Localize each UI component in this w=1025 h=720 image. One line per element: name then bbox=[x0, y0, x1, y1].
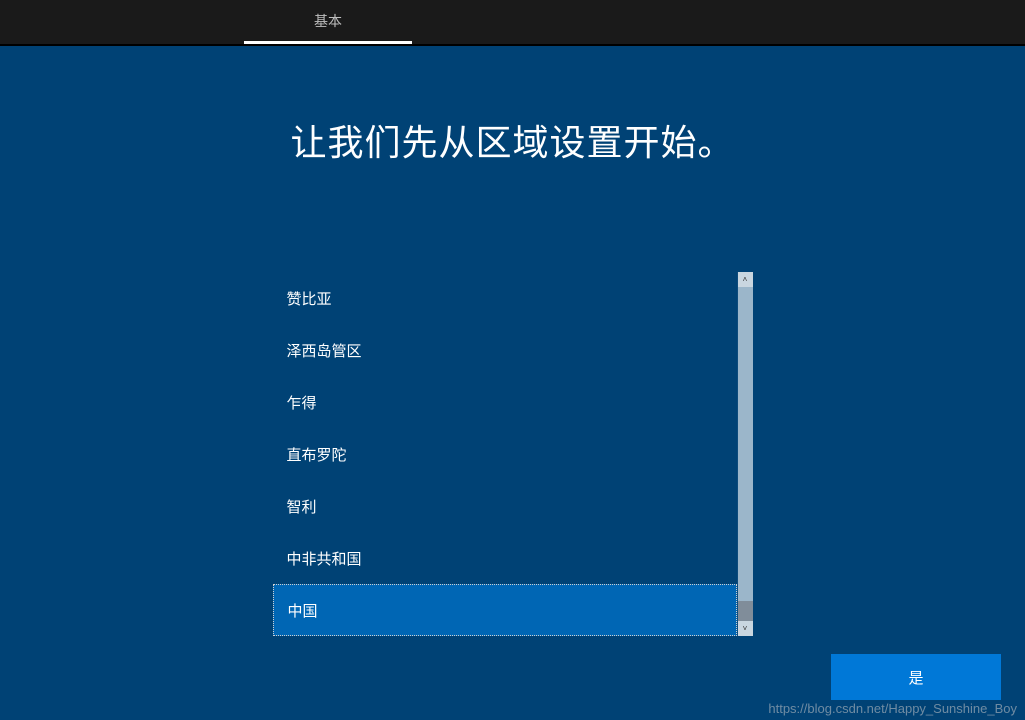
topbar: 基本 bbox=[0, 0, 1025, 46]
confirm-button[interactable]: 是 bbox=[831, 654, 1001, 700]
page-title: 让我们先从区域设置开始。 bbox=[290, 114, 734, 166]
region-list-item[interactable]: 乍得 bbox=[273, 376, 737, 428]
scroll-track[interactable] bbox=[738, 287, 753, 621]
scroll-thumb[interactable] bbox=[738, 601, 753, 621]
watermark: https://blog.csdn.net/Happy_Sunshine_Boy bbox=[768, 701, 1017, 716]
scrollbar[interactable]: ˄ ˅ bbox=[738, 272, 753, 636]
region-list-wrap: 赞比亚泽西岛管区乍得直布罗陀智利中非共和国中国 ˄ ˅ bbox=[273, 272, 753, 636]
region-list-item[interactable]: 中国 bbox=[273, 584, 737, 636]
tab-basic[interactable]: 基本 bbox=[244, 0, 412, 44]
scroll-down-arrow-icon[interactable]: ˅ bbox=[738, 621, 753, 636]
region-label: 泽西岛管区 bbox=[287, 340, 362, 361]
region-label: 直布罗陀 bbox=[287, 444, 347, 465]
region-list-item[interactable]: 智利 bbox=[273, 480, 737, 532]
region-list-item[interactable]: 赞比亚 bbox=[273, 272, 737, 324]
region-list-item[interactable]: 中非共和国 bbox=[273, 532, 737, 584]
region-label: 乍得 bbox=[287, 392, 317, 413]
region-list-item[interactable]: 泽西岛管区 bbox=[273, 324, 737, 376]
region-label: 智利 bbox=[287, 496, 317, 517]
region-label: 中非共和国 bbox=[287, 548, 362, 569]
region-label: 赞比亚 bbox=[287, 288, 332, 309]
region-list[interactable]: 赞比亚泽西岛管区乍得直布罗陀智利中非共和国中国 bbox=[273, 272, 738, 636]
tab-label: 基本 bbox=[314, 11, 342, 31]
scroll-up-arrow-icon[interactable]: ˄ bbox=[738, 272, 753, 287]
region-list-item[interactable]: 直布罗陀 bbox=[273, 428, 737, 480]
main-content: 让我们先从区域设置开始。 赞比亚泽西岛管区乍得直布罗陀智利中非共和国中国 ˄ ˅ bbox=[0, 46, 1025, 636]
confirm-label: 是 bbox=[908, 667, 923, 688]
region-label: 中国 bbox=[288, 600, 318, 621]
